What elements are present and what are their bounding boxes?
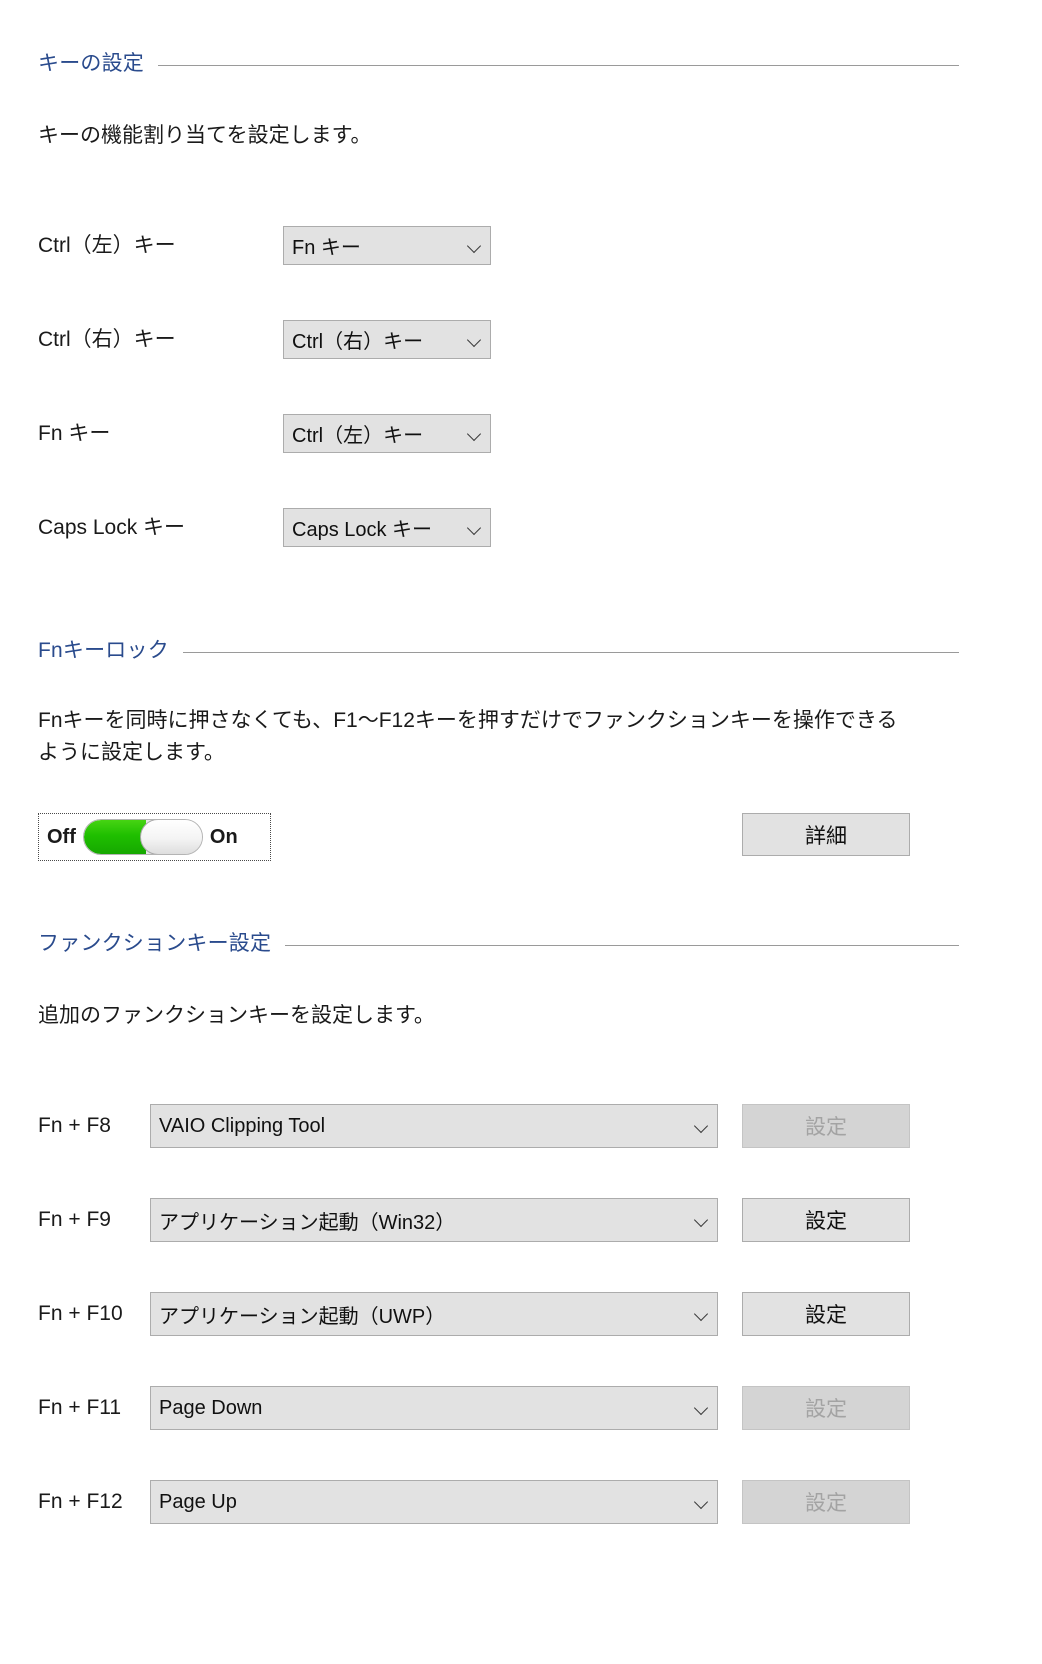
toggle-switch-track[interactable]	[82, 819, 203, 855]
dropdown-ctrl-left-key[interactable]: Fn キー	[283, 226, 491, 265]
settings-button-fn-f9[interactable]: 設定	[742, 1198, 910, 1242]
chevron-down-icon	[466, 519, 484, 537]
label-fn-f8: Fn + F8	[38, 1114, 111, 1137]
section-divider-fn-key-lock	[182, 652, 959, 653]
dropdown-fn-f11[interactable]: Page Down	[150, 1386, 718, 1430]
settings-button-fn-f10-label: 設定	[805, 1304, 847, 1327]
detail-button-label: 詳細	[805, 824, 847, 848]
settings-page: キーの設定 キーの機能割り当てを設定します。 Ctrl（左）キー Fn キー C…	[0, 0, 1042, 1664]
toggle-switch-fill	[83, 820, 146, 854]
settings-button-fn-f8-label: 設定	[805, 1116, 847, 1139]
function-key-settings-description: 追加のファンクションキーを設定します。	[38, 1004, 435, 1027]
section-header-function-key-settings: ファンクションキー設定	[38, 932, 959, 956]
dropdown-fn-f10[interactable]: アプリケーション起動（UWP）	[150, 1292, 718, 1336]
dropdown-caps-lock-key-value: Caps Lock キー	[292, 519, 433, 541]
settings-button-fn-f9-label: 設定	[805, 1210, 847, 1233]
label-fn-f9: Fn + F9	[38, 1208, 111, 1231]
settings-button-fn-f12-label: 設定	[805, 1492, 847, 1515]
dropdown-ctrl-right-key-value: Ctrl（右）キー	[292, 331, 424, 353]
section-header-key-settings: キーの設定	[38, 52, 959, 76]
label-ctrl-right-key: Ctrl（右）キー	[38, 328, 176, 351]
settings-button-fn-f11[interactable]: 設定	[742, 1386, 910, 1430]
label-fn-f12: Fn + F12	[38, 1490, 123, 1513]
settings-button-fn-f11-label: 設定	[805, 1398, 847, 1421]
section-divider-function-key-settings	[285, 945, 959, 946]
dropdown-fn-f9-value: アプリケーション起動（Win32）	[159, 1211, 456, 1234]
dropdown-fn-f10-value: アプリケーション起動（UWP）	[159, 1305, 446, 1328]
dropdown-caps-lock-key[interactable]: Caps Lock キー	[283, 508, 491, 547]
dropdown-fn-f12-value: Page Up	[159, 1490, 237, 1513]
toggle-off-label: Off	[47, 826, 76, 848]
dropdown-fn-f9[interactable]: アプリケーション起動（Win32）	[150, 1198, 718, 1242]
chevron-down-icon	[693, 1117, 711, 1135]
fn-key-lock-description: Fnキーを同時に押さなくても、F1〜F12キーを押すだけでファンクションキーを操…	[38, 709, 898, 764]
toggle-on-label: On	[209, 826, 238, 848]
dropdown-fn-f12[interactable]: Page Up	[150, 1480, 718, 1524]
dropdown-fn-f8-value: VAIO Clipping Tool	[159, 1114, 326, 1137]
section-title-key-settings: キーの設定	[38, 52, 144, 75]
dropdown-fn-f8[interactable]: VAIO Clipping Tool	[150, 1104, 718, 1148]
chevron-down-icon	[693, 1493, 711, 1511]
fn-key-lock-toggle[interactable]: Off On	[38, 813, 271, 861]
section-title-function-key-settings: ファンクションキー設定	[38, 932, 272, 955]
chevron-down-icon	[693, 1211, 711, 1229]
dropdown-ctrl-right-key[interactable]: Ctrl（右）キー	[283, 320, 491, 359]
section-title-fn-key-lock: Fnキーロック	[38, 639, 169, 662]
label-fn-f10: Fn + F10	[38, 1302, 123, 1325]
settings-button-fn-f12[interactable]: 設定	[742, 1480, 910, 1524]
dropdown-ctrl-left-key-value: Fn キー	[292, 237, 361, 259]
chevron-down-icon	[693, 1305, 711, 1323]
detail-button[interactable]: 詳細	[742, 813, 910, 856]
section-divider-key-settings	[158, 65, 959, 66]
label-fn-f11: Fn + F11	[38, 1396, 122, 1419]
label-fn-key: Fn キー	[38, 422, 111, 445]
settings-button-fn-f8[interactable]: 設定	[742, 1104, 910, 1148]
label-caps-lock-key: Caps Lock キー	[38, 516, 186, 539]
chevron-down-icon	[693, 1399, 711, 1417]
chevron-down-icon	[466, 237, 484, 255]
dropdown-fn-f11-value: Page Down	[159, 1396, 263, 1419]
key-settings-description: キーの機能割り当てを設定します。	[38, 124, 372, 147]
dropdown-fn-key-value: Ctrl（左）キー	[292, 425, 424, 447]
label-ctrl-left-key: Ctrl（左）キー	[38, 234, 176, 257]
section-header-fn-key-lock: Fnキーロック	[38, 639, 959, 663]
settings-button-fn-f10[interactable]: 設定	[742, 1292, 910, 1336]
chevron-down-icon	[466, 331, 484, 349]
dropdown-fn-key[interactable]: Ctrl（左）キー	[283, 414, 491, 453]
chevron-down-icon	[466, 425, 484, 443]
toggle-switch-knob[interactable]	[139, 820, 202, 854]
